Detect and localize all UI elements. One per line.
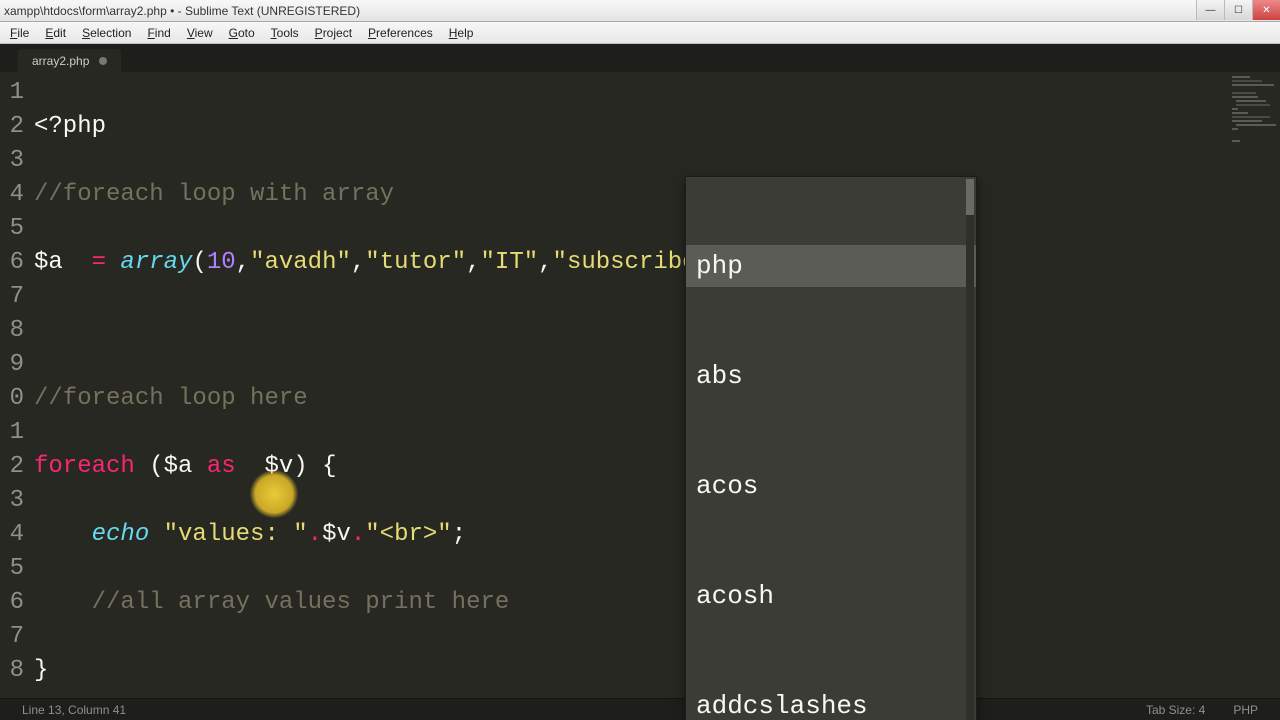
menu-file[interactable]: File	[2, 24, 37, 42]
line-number: 2	[0, 110, 24, 144]
autocomplete-item[interactable]: addcslashes	[686, 685, 976, 720]
close-button[interactable]: ✕	[1252, 0, 1280, 20]
code-line: <?php	[34, 110, 1228, 144]
editor[interactable]: 1 2 3 4 5 6 7 8 9 0 1 2 3 4 5 6 7 8 <?ph…	[0, 72, 1280, 698]
menu-tools[interactable]: Tools	[263, 24, 307, 42]
line-number: 4	[0, 518, 24, 552]
tabbar: array2.php	[0, 44, 1280, 72]
line-number: 6	[0, 246, 24, 280]
line-number: 1	[0, 416, 24, 450]
autocomplete-scrollbar[interactable]	[966, 179, 974, 720]
gutter: 1 2 3 4 5 6 7 8 9 0 1 2 3 4 5 6 7 8	[0, 72, 30, 698]
menu-find[interactable]: Find	[139, 24, 178, 42]
line-number: 8	[0, 654, 24, 688]
minimap[interactable]	[1228, 72, 1280, 698]
line-number: 2	[0, 450, 24, 484]
tab-dirty-dot-icon	[99, 57, 107, 65]
autocomplete-popup[interactable]: php abs acos acosh addcslashes addslashe…	[685, 176, 977, 720]
maximize-button[interactable]: ☐	[1224, 0, 1252, 20]
autocomplete-item[interactable]: acosh	[686, 575, 976, 617]
menu-project[interactable]: Project	[307, 24, 360, 42]
menu-preferences[interactable]: Preferences	[360, 24, 441, 42]
line-number: 0	[0, 382, 24, 416]
line-number: 4	[0, 178, 24, 212]
code-line: //all array values print here	[34, 586, 1228, 620]
window-controls: — ☐ ✕	[1196, 0, 1280, 21]
line-number: 5	[0, 212, 24, 246]
minimize-button[interactable]: —	[1196, 0, 1224, 20]
code-line	[34, 314, 1228, 348]
menu-edit[interactable]: Edit	[37, 24, 74, 42]
code-line: }	[34, 654, 1228, 688]
code-line: echo "values: ".$v."<br>";	[34, 518, 1228, 552]
line-number: 5	[0, 552, 24, 586]
autocomplete-item[interactable]: acos	[686, 465, 976, 507]
line-number: 6	[0, 586, 24, 620]
window-titlebar: xampp\htdocs\form\array2.php • - Sublime…	[0, 0, 1280, 22]
menu-help[interactable]: Help	[441, 24, 482, 42]
code-line: $a = array(10,"avadh","tutor","IT","subs…	[34, 246, 1228, 280]
line-number: 3	[0, 484, 24, 518]
menu-goto[interactable]: Goto	[221, 24, 263, 42]
code-line: //foreach loop with array	[34, 178, 1228, 212]
line-number: 1	[0, 76, 24, 110]
line-number: 3	[0, 144, 24, 178]
code-line: //foreach loop here	[34, 382, 1228, 416]
code-area[interactable]: <?php //foreach loop with array $a = arr…	[30, 72, 1228, 698]
tab-label: array2.php	[32, 54, 89, 68]
line-number: 7	[0, 280, 24, 314]
window-title: xampp\htdocs\form\array2.php • - Sublime…	[4, 4, 1276, 18]
autocomplete-item[interactable]: abs	[686, 355, 976, 397]
autocomplete-scroll-thumb[interactable]	[966, 179, 974, 215]
line-number: 9	[0, 348, 24, 382]
line-number: 7	[0, 620, 24, 654]
autocomplete-item[interactable]: php	[686, 245, 976, 287]
line-number: 8	[0, 314, 24, 348]
menu-view[interactable]: View	[179, 24, 221, 42]
code-line: foreach ($a as $v) {	[34, 450, 1228, 484]
menubar: File Edit Selection Find View Goto Tools…	[0, 22, 1280, 44]
tab-array2-php[interactable]: array2.php	[18, 49, 121, 73]
menu-selection[interactable]: Selection	[74, 24, 139, 42]
